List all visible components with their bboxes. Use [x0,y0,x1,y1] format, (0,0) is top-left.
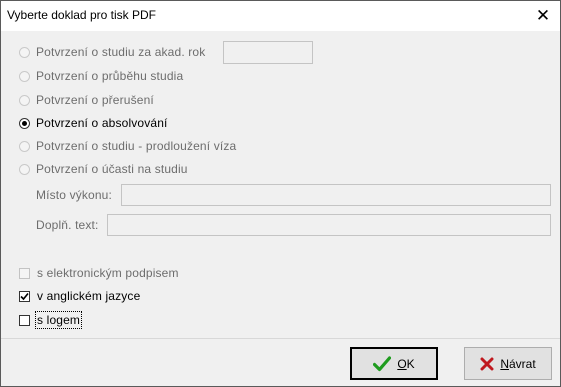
close-button[interactable]: ✕ [526,1,560,31]
ok-label: OK [397,356,415,371]
ok-button[interactable]: OK [350,347,438,380]
radio-button[interactable] [19,46,30,58]
dialog-window: Vyberte doklad pro tisk PDF ✕ Potvrzení … [0,0,561,387]
radio-potvrzeni-ucasti[interactable]: Potvrzení o účasti na studiu [19,161,188,177]
window-title: Vyberte doklad pro tisk PDF [7,8,156,22]
radio-label: Potvrzení o studiu - prodloužení víza [36,139,237,153]
navrat-label: Návrat [500,356,536,371]
radio-button[interactable] [19,163,30,175]
title-bar: Vyberte doklad pro tisk PDF ✕ [1,1,560,31]
checkbox-label: v anglickém jazyce [37,289,141,303]
akad-rok-input [223,41,313,64]
radio-label: Potvrzení o studiu za akad. rok [36,45,206,59]
radio-button[interactable] [19,70,30,82]
radio-button[interactable] [19,140,30,152]
radio-potvrzeni-absolvovani[interactable]: Potvrzení o absolvování [19,115,168,131]
checkbox-label: s logem [34,311,83,329]
misto-vykonu-input [121,184,551,206]
misto-vykonu-label: Místo výkonu: [36,188,112,202]
checkbox[interactable] [19,267,30,279]
radio-label: Potvrzení o absolvování [36,116,168,130]
footer-separator [1,338,560,339]
navrat-button[interactable]: Návrat [464,347,552,380]
dopln-text-label: Doplň. text: [36,218,99,232]
checkbox-anglicky-jazyk[interactable]: v anglickém jazyce [19,288,140,304]
checkbox[interactable] [19,314,30,326]
radio-potvrzeni-prodlouzeni-viza[interactable]: Potvrzení o studiu - prodloužení víza [19,138,236,154]
check-icon [20,292,29,300]
checkmark-icon [373,355,392,372]
x-icon [480,357,494,371]
radio-button-selected[interactable] [19,117,30,129]
radio-button[interactable] [19,94,30,106]
checkbox-checked[interactable] [19,290,30,302]
radio-label: Potvrzení o účasti na studiu [36,162,188,176]
dopln-text-input [107,214,551,236]
close-icon: ✕ [535,6,551,25]
radio-potvrzeni-prubehu-studia[interactable]: Potvrzení o průběhu studia [19,68,183,84]
checkbox-s-logem[interactable]: s logem [19,311,83,329]
radio-label: Potvrzení o přerušení [36,93,154,107]
radio-potvrzeni-studiu-akad-rok[interactable]: Potvrzení o studiu za akad. rok [19,44,205,60]
checkbox-elektronicky-podpis[interactable]: s elektronickým podpisem [19,265,179,281]
radio-label: Potvrzení o průběhu studia [36,69,184,83]
checkbox-label: s elektronickým podpisem [37,266,179,280]
radio-potvrzeni-preruseni[interactable]: Potvrzení o přerušení [19,92,154,108]
